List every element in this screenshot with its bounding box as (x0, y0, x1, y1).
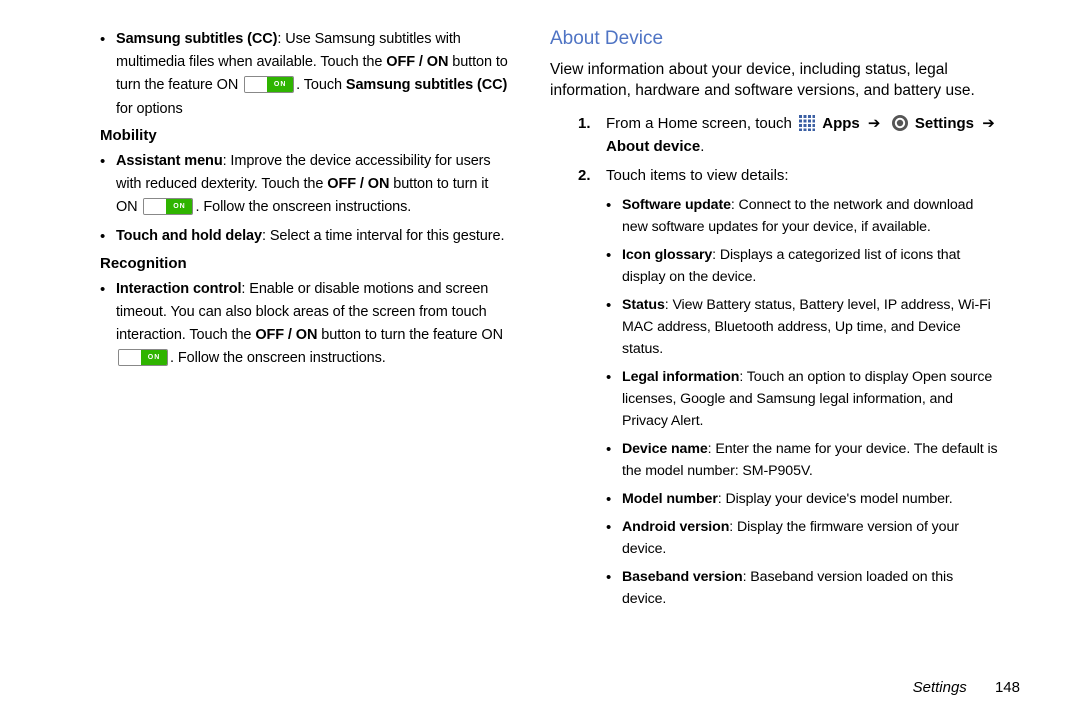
footer-section: Settings (913, 679, 967, 696)
toggle-on-icon: ON (118, 349, 168, 366)
about-device-title: About Device (550, 28, 1000, 50)
step-1: From a Home screen, touch Apps ➔ Setting… (578, 112, 1000, 159)
detail-legal: Legal information: Touch an option to di… (606, 366, 1000, 432)
page: Samsung subtitles (CC): Use Samsung subt… (0, 0, 1080, 720)
item-touch-hold-delay: Touch and hold delay: Select a time inte… (100, 225, 510, 248)
item-samsung-subtitles: Samsung subtitles (CC): Use Samsung subt… (100, 28, 510, 121)
mobility-list: Assistant menu: Improve the device acces… (100, 150, 510, 249)
apps-grid-icon (798, 114, 816, 132)
recognition-heading: Recognition (100, 255, 510, 272)
accessibility-list: Samsung subtitles (CC): Use Samsung subt… (100, 28, 510, 121)
detail-android-version: Android version: Display the firmware ve… (606, 516, 1000, 560)
toggle-on-icon: ON (244, 76, 294, 93)
label: Samsung subtitles (CC) (116, 31, 277, 47)
toggle-on-icon: ON (143, 198, 193, 215)
recognition-list: Interaction control: Enable or disable m… (100, 278, 510, 371)
step-2: Touch items to view details: Software up… (578, 164, 1000, 609)
page-footer: Settings 148 (913, 679, 1020, 696)
details-list: Software update: Connect to the network … (606, 194, 1000, 610)
detail-baseband-version: Baseband version: Baseband version loade… (606, 566, 1000, 610)
steps-list: From a Home screen, touch Apps ➔ Setting… (578, 112, 1000, 610)
right-column: About Device View information about your… (530, 28, 1000, 700)
detail-software-update: Software update: Connect to the network … (606, 194, 1000, 238)
footer-page-number: 148 (995, 679, 1020, 696)
left-column: Samsung subtitles (CC): Use Samsung subt… (60, 28, 530, 700)
item-assistant-menu: Assistant menu: Improve the device acces… (100, 150, 510, 220)
mobility-heading: Mobility (100, 127, 510, 144)
detail-status: Status: View Battery status, Battery lev… (606, 294, 1000, 360)
detail-icon-glossary: Icon glossary: Displays a categorized li… (606, 244, 1000, 288)
gear-icon (891, 114, 909, 132)
detail-device-name: Device name: Enter the name for your dev… (606, 438, 1000, 482)
about-device-intro: View information about your device, incl… (550, 60, 1000, 102)
detail-model-number: Model number: Display your device's mode… (606, 488, 1000, 510)
item-interaction-control: Interaction control: Enable or disable m… (100, 278, 510, 371)
